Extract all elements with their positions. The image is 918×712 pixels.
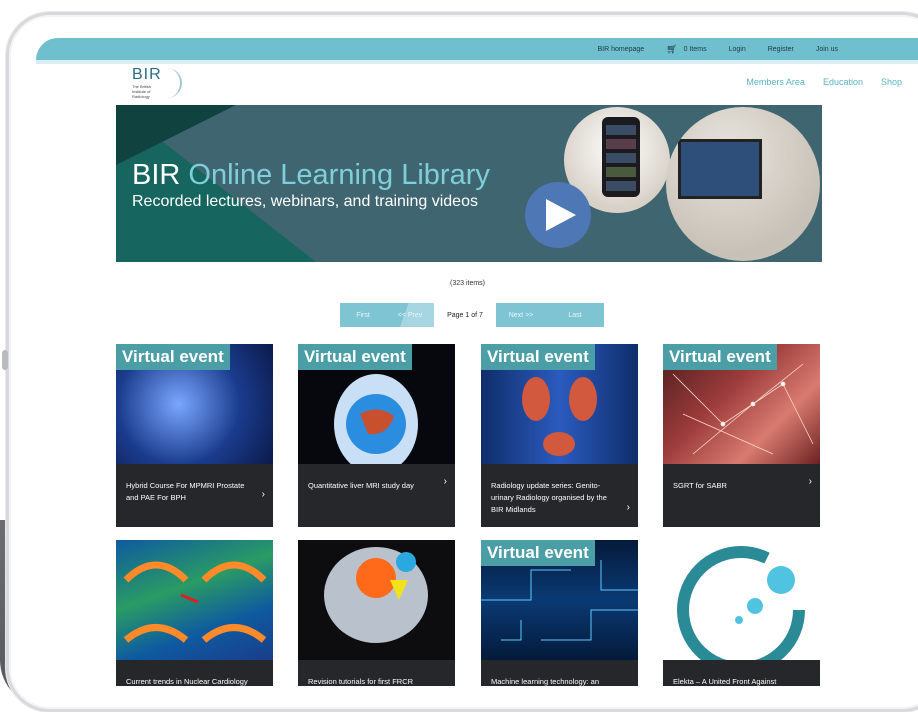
webinar-photo bbox=[666, 107, 820, 261]
course-thumbnail bbox=[116, 540, 273, 660]
virtual-event-badge: Virtual event bbox=[116, 344, 230, 370]
course-card[interactable]: Virtual event Quantitative liver MRI stu… bbox=[298, 344, 455, 527]
next-page-button[interactable]: Next >> bbox=[496, 303, 546, 327]
course-thumbnail bbox=[298, 540, 455, 660]
course-card[interactable]: Virtual event Radiology update series: G… bbox=[481, 344, 638, 527]
banner-subtitle: Recorded lectures, webinars, and trainin… bbox=[132, 193, 478, 210]
monitor-image bbox=[678, 139, 762, 199]
virtual-event-badge: Virtual event bbox=[663, 344, 777, 370]
course-card[interactable]: Virtual event SGRT for SABR › bbox=[663, 344, 820, 527]
course-title: Quantitative liver MRI study day bbox=[308, 481, 414, 490]
skull-gears-illustration bbox=[324, 547, 428, 643]
top-utility-bar: BIR homepage 🛒︎ 0 Items Login Register J… bbox=[36, 38, 918, 60]
virtual-event-badge: Virtual event bbox=[481, 540, 595, 566]
play-icon[interactable] bbox=[525, 182, 591, 248]
course-title: Revision tutorials for first FRCR bbox=[308, 677, 414, 686]
cart-link[interactable]: 🛒︎ 0 Items bbox=[666, 44, 706, 55]
course-card[interactable]: Virtual event Hybrid Course For MPMRI Pr… bbox=[116, 344, 273, 527]
register-link[interactable]: Register bbox=[768, 46, 794, 53]
banner-title-accent: Online Learning Library bbox=[188, 159, 490, 191]
nav-shop[interactable]: Shop bbox=[881, 77, 902, 87]
chevron-right-icon: › bbox=[443, 476, 447, 487]
nav-education[interactable]: Education bbox=[823, 77, 863, 87]
course-thumbnail bbox=[663, 540, 820, 674]
banner-title: BIR Online Learning Library bbox=[132, 159, 490, 192]
course-card[interactable]: Current trends in Nuclear Cardiology bbox=[116, 540, 273, 686]
page-indicator: Page 1 of 7 bbox=[434, 303, 496, 327]
phone-image bbox=[602, 117, 640, 197]
cart-count: 0 Items bbox=[683, 45, 707, 53]
virtual-event-badge: Virtual event bbox=[298, 344, 412, 370]
pagination: First << Prev Page 1 of 7 Next >> Last bbox=[340, 303, 604, 327]
bir-homepage-link[interactable]: BIR homepage bbox=[598, 46, 645, 53]
banner-title-bir: BIR bbox=[132, 159, 189, 191]
course-title: Elekta – A United Front Against bbox=[673, 677, 777, 686]
chevron-right-icon: › bbox=[808, 476, 812, 487]
join-us-link[interactable]: Join us bbox=[816, 46, 838, 53]
course-card[interactable]: Elekta – A United Front Against bbox=[663, 540, 820, 686]
main-navigation: Members Area Education Shop bbox=[728, 77, 902, 87]
cart-icon: 🛒︎ bbox=[666, 43, 678, 54]
cardiac-scan-illustration bbox=[123, 561, 267, 643]
virtual-event-badge: Virtual event bbox=[481, 344, 595, 370]
prev-page-button[interactable]: << Prev bbox=[386, 303, 434, 327]
login-link[interactable]: Login bbox=[729, 46, 746, 53]
banner-dark-triangle bbox=[116, 105, 236, 165]
course-title: Radiology update series: Genito-urinary … bbox=[491, 481, 607, 514]
hero-banner[interactable]: BIR Online Learning Library Recorded lec… bbox=[116, 105, 822, 262]
elekta-logo-illustration bbox=[677, 546, 805, 674]
tablet-screen: BIR homepage 🛒︎ 0 Items Login Register J… bbox=[36, 38, 918, 686]
bir-logo[interactable]: BIR The British Institute of Radiology bbox=[132, 66, 192, 106]
course-card[interactable]: Virtual event Machine learning technolog… bbox=[481, 540, 638, 686]
chevron-right-icon: › bbox=[626, 502, 630, 513]
last-page-button[interactable]: Last bbox=[546, 303, 604, 327]
logo-subtitle: The British Institute of Radiology bbox=[132, 84, 152, 99]
course-title: Hybrid Course For MPMRI Prostate and PAE… bbox=[126, 481, 245, 502]
course-title: SGRT for SABR bbox=[673, 481, 727, 490]
course-title: Current trends in Nuclear Cardiology bbox=[126, 677, 248, 686]
nav-members-area[interactable]: Members Area bbox=[746, 77, 805, 87]
items-count: (323 items) bbox=[450, 280, 486, 287]
topbar-shadow bbox=[36, 60, 918, 64]
chevron-right-icon: › bbox=[261, 489, 265, 500]
course-title: Machine learning technology: an bbox=[491, 677, 599, 686]
course-card[interactable]: Revision tutorials for first FRCR bbox=[298, 540, 455, 686]
tablet-side-button bbox=[2, 350, 8, 370]
first-page-button[interactable]: First bbox=[340, 303, 386, 327]
